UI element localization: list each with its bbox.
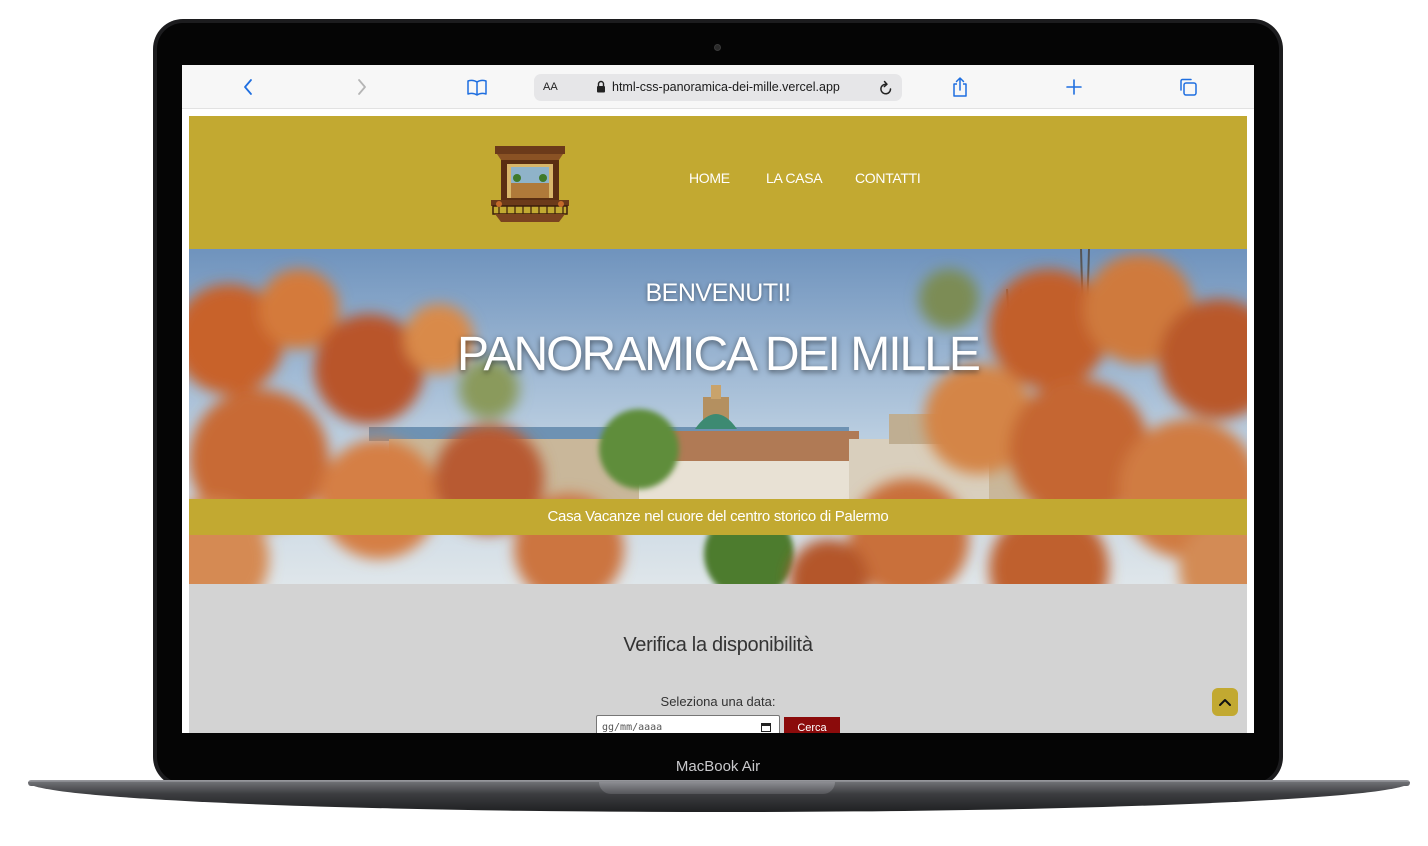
chevron-up-icon xyxy=(1219,699,1231,706)
forward-icon[interactable] xyxy=(348,73,376,101)
tabs-overview-icon[interactable] xyxy=(1174,73,1202,101)
date-placeholder: gg/mm/aaaa xyxy=(602,722,663,733)
scroll-to-top-button[interactable] xyxy=(1212,688,1238,716)
screen: AA html-css-panoramica-dei-mille.vercel.… xyxy=(182,65,1254,733)
bookmarks-icon[interactable] xyxy=(463,73,491,101)
back-icon[interactable] xyxy=(234,73,262,101)
camera-icon xyxy=(714,44,721,51)
balcony-logo[interactable] xyxy=(487,142,573,226)
share-icon[interactable] xyxy=(946,73,974,101)
nav-link-la-casa[interactable]: LA CASA xyxy=(766,170,823,186)
lock-icon xyxy=(596,80,606,98)
nav-link-contatti[interactable]: CONTATTI xyxy=(855,170,921,186)
device-label: MacBook Air xyxy=(675,758,761,775)
browser-toolbar: AA html-css-panoramica-dei-mille.vercel.… xyxy=(182,65,1254,109)
address-bar[interactable]: AA html-css-panoramica-dei-mille.vercel.… xyxy=(534,74,902,101)
calendar-icon[interactable] xyxy=(761,723,771,732)
hero-banner: Casa Vacanze nel cuore del centro storic… xyxy=(189,499,1247,535)
hero-title: PANORAMICA DEI MILLE xyxy=(457,328,981,381)
text-size-button[interactable]: AA xyxy=(543,81,558,93)
date-input[interactable]: gg/mm/aaaa xyxy=(596,715,780,733)
site-header: HOME LA CASA CONTATTI xyxy=(189,116,1247,249)
availability-title: Verifica la disponibilità xyxy=(623,634,813,656)
new-tab-icon[interactable] xyxy=(1060,73,1088,101)
reload-icon[interactable] xyxy=(876,78,896,98)
hero-section: BENVENUTI! PANORAMICA DEI MILLE Casa Vac… xyxy=(189,249,1247,584)
date-label: Seleziona una data: xyxy=(660,694,776,709)
hero-welcome: BENVENUTI! xyxy=(645,279,791,307)
url-text: html-css-panoramica-dei-mille.vercel.app xyxy=(612,80,840,94)
laptop-notch xyxy=(599,782,835,794)
search-button[interactable]: Cerca xyxy=(784,717,840,733)
web-page: HOME LA CASA CONTATTI BENVENUTI! PANORAM… xyxy=(189,116,1247,733)
nav-link-home[interactable]: HOME xyxy=(689,170,730,186)
